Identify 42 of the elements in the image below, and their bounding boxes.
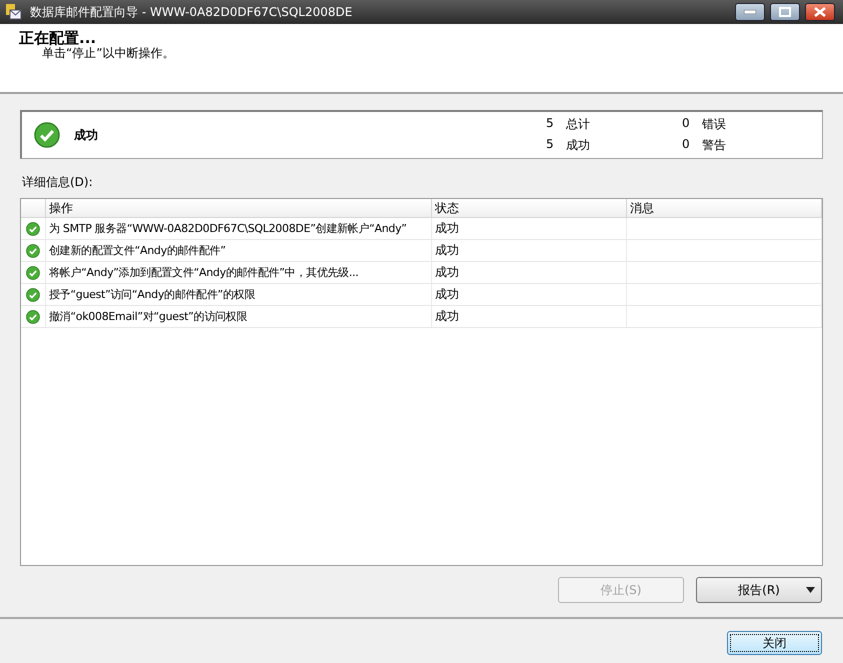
column-header[interactable]: 消息 <box>627 199 822 217</box>
page-subtitle: 单击“停止”以中断操作。 <box>42 46 176 61</box>
check-icon <box>26 222 40 236</box>
status-cell: 成功 <box>432 306 627 327</box>
report-button[interactable]: 报告(R) <box>696 577 822 603</box>
close-icon <box>814 7 826 17</box>
check-icon <box>26 244 40 258</box>
maximize-icon <box>779 7 791 17</box>
stat-count: 0 <box>682 137 691 153</box>
details-label: 详细信息(D): <box>22 174 93 191</box>
check-icon <box>26 266 40 280</box>
column-header[interactable]: 操作 <box>46 199 432 217</box>
status-cell: 成功 <box>432 262 627 283</box>
status-cell: 成功 <box>432 284 627 305</box>
caret-icon <box>806 587 815 593</box>
check-icon <box>34 122 60 148</box>
action-cell: 授予“guest”访问“Andy的邮件配件”的权限 <box>46 284 432 305</box>
minimize-button[interactable] <box>735 3 765 21</box>
action-cell: 将帐户“Andy”添加到配置文件“Andy的邮件配件”中，其优先级... <box>46 262 432 283</box>
close-button[interactable] <box>805 3 835 21</box>
action-cell: 为 SMTP 服务器“WWW-0A82D0DF67C\SQL2008DE”创建新帐户“Andy” <box>46 218 432 239</box>
stat-label: 警告 <box>702 137 727 154</box>
stat-label: 成功 <box>566 137 591 154</box>
stat-label: 错误 <box>702 116 727 133</box>
check-icon <box>26 288 40 302</box>
summary-status: 成功 <box>74 126 99 144</box>
maximize-button[interactable] <box>770 3 800 21</box>
close-dialog-button[interactable]: 关闭 <box>727 631 822 655</box>
column-header[interactable]: 状态 <box>432 199 627 217</box>
app-icon <box>4 3 22 21</box>
status-cell: 成功 <box>432 218 627 239</box>
action-cell: 撤消“ok008Email”对“guest”的访问权限 <box>46 306 432 327</box>
window-title: 数据库邮件配置向导 - WWW-0A82D0DF67C\SQL2008DE <box>30 4 354 20</box>
minimize-icon <box>744 10 756 14</box>
stat-label: 总计 <box>566 116 591 133</box>
action-cell: 创建新的配置文件“Andy的邮件配件” <box>46 240 432 261</box>
stat-count: 5 <box>546 116 555 132</box>
stat-count: 5 <box>546 137 555 153</box>
check-icon <box>26 310 40 324</box>
stat-count: 0 <box>682 116 691 132</box>
status-cell: 成功 <box>432 240 627 261</box>
page-title: 正在配置... <box>19 30 96 46</box>
